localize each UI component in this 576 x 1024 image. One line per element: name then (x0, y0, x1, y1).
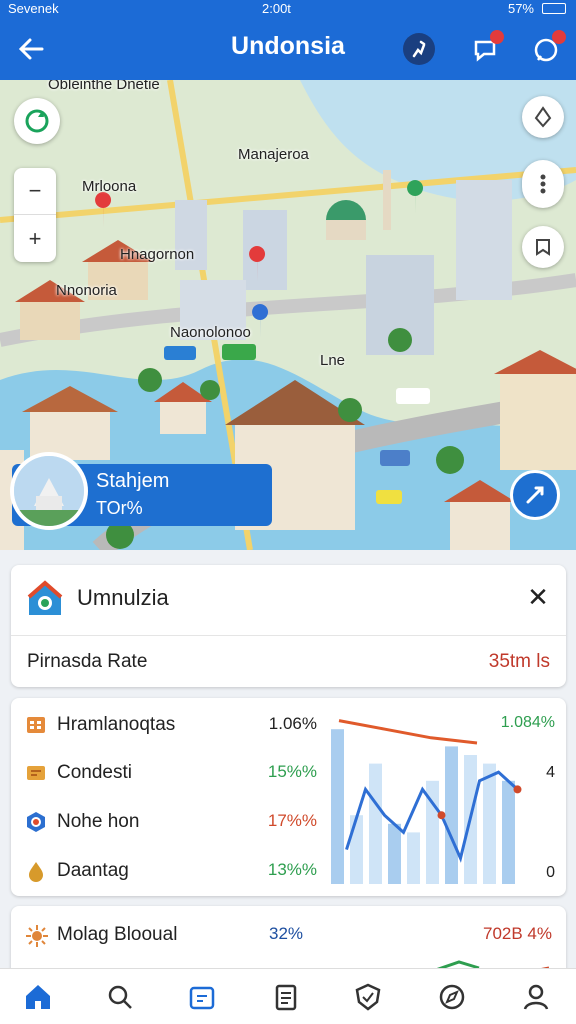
stat-row[interactable]: Nohe hon 17%% (25, 807, 317, 837)
navigate-icon[interactable] (510, 470, 560, 520)
stat-value: 17%% (267, 811, 317, 830)
map-label: Nnonoria (56, 282, 117, 299)
sun-icon (25, 924, 49, 948)
drop-icon (25, 860, 47, 882)
layers-icon[interactable] (522, 226, 564, 268)
zoom-in-button[interactable]: + (14, 215, 56, 262)
stat-value: 13%% (267, 860, 317, 879)
chart-bar (407, 832, 420, 884)
rate-value: 35tm ls (488, 651, 550, 672)
chart-bar (331, 729, 344, 884)
rate-label: Pirnasda Rate (27, 651, 148, 672)
summary-card: Umnulzia ✕ Pirnasda Rate 35tm ls (11, 565, 566, 687)
stats-card: Hramlanoqtas 1.06% Condesti 15%% Nohe ho… (11, 698, 566, 896)
shield-icon[interactable] (350, 979, 386, 1015)
battery-percent: 57% (507, 1, 534, 16)
chart-top-label: 1.084% (500, 714, 555, 731)
search-icon[interactable] (102, 979, 138, 1015)
bottom-nav (0, 968, 576, 1024)
close-icon[interactable]: ✕ (524, 583, 552, 611)
chart-bottom-label: 0 (546, 864, 555, 881)
place-thumbnail (10, 452, 88, 530)
map-label: Lne (320, 352, 346, 369)
chart-point (437, 811, 446, 820)
battery-icon (542, 3, 566, 14)
home-logo-icon (25, 579, 65, 619)
divider (11, 635, 566, 636)
stats-chart: 1.084% 4 0 (329, 708, 555, 888)
status-bar: Sevenek 2:00t 57% (0, 0, 576, 18)
chat-badge (552, 30, 566, 44)
clipboard-icon[interactable] (268, 979, 304, 1015)
run-icon[interactable] (402, 32, 436, 66)
clock: 2:00t (262, 1, 291, 16)
map-label: Obleinthe Dnetie (48, 80, 160, 93)
city-map[interactable]: Obleinthe Dnetie Manajeroa Mrloona Hnago… (0, 80, 576, 550)
map-label: Hnagornon (120, 246, 195, 263)
calendar-icon[interactable] (184, 979, 220, 1015)
chart-bar (483, 763, 496, 884)
compass-icon[interactable] (434, 979, 470, 1015)
map-label: Manajeroa (238, 146, 309, 163)
map-label: Mrloona (82, 178, 137, 195)
stat-value: 1.06% (268, 714, 317, 733)
stat-label: Hramlanoqtas (57, 714, 176, 735)
chart-point (513, 785, 522, 794)
place-title: Stahjem (96, 470, 170, 492)
place-value: TOr% (96, 498, 143, 518)
stat-row[interactable]: Daantag 13%% (25, 856, 317, 886)
stat-label: Nohe hon (57, 811, 140, 832)
extra-value-2: 702B 4% (483, 924, 552, 943)
chart-bar (369, 763, 382, 884)
chart-bar (445, 746, 458, 884)
flag-icon (25, 762, 47, 784)
chart-bar (350, 815, 363, 884)
zoom-controls: − + (14, 168, 56, 262)
more-options-icon[interactable] (522, 160, 564, 208)
stat-label: Condesti (57, 762, 132, 783)
chart-mid-label: 4 (546, 764, 555, 781)
carrier-label: Sevenek (8, 1, 59, 16)
building-icon (25, 714, 47, 736)
chart-bar (388, 823, 401, 884)
notification-icon[interactable] (468, 30, 504, 66)
place-info-card[interactable]: Stahjem TOr% (10, 452, 272, 530)
notification-badge (490, 30, 504, 44)
profile-icon[interactable] (518, 979, 554, 1015)
stat-row[interactable]: Condesti 15%% (25, 758, 317, 788)
app-bar: Undonsia (0, 18, 576, 80)
zoom-out-button[interactable]: − (14, 168, 56, 215)
map-label: Naonolonoo (170, 324, 251, 341)
chart-bar (502, 780, 515, 884)
location-icon[interactable] (522, 96, 564, 138)
chat-icon[interactable] (530, 30, 566, 66)
extra-value-1: 32% (269, 924, 304, 943)
summary-title: Umnulzia (77, 585, 169, 610)
refresh-icon[interactable] (14, 98, 60, 144)
home-icon[interactable] (20, 979, 56, 1015)
stat-row[interactable]: Hramlanoqtas 1.06% (25, 710, 317, 740)
chart-line-red (338, 719, 478, 745)
extra-label: Molag Blooual (57, 924, 178, 945)
target-icon (25, 811, 47, 833)
chart-svg (331, 719, 522, 884)
stat-label: Daantag (57, 860, 129, 881)
stat-value: 15%% (267, 762, 317, 781)
